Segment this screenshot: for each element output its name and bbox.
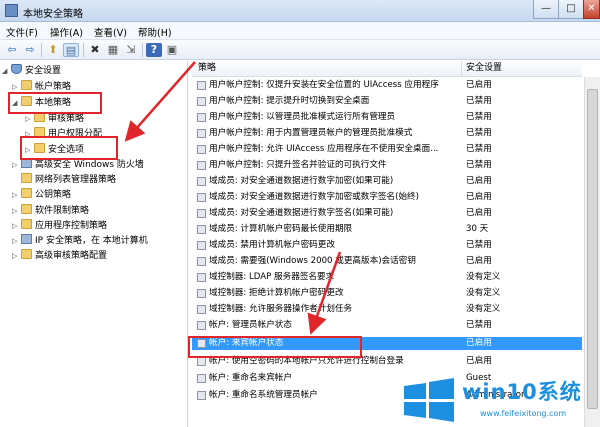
folder-icon [21, 188, 32, 198]
list-item[interactable]: 帐户: 管理员帐户状态 已禁用 [192, 319, 582, 332]
list-item[interactable]: 域成员: 禁用计算机帐户密码更改 已禁用 [192, 239, 582, 252]
export-icon[interactable]: ⇲ [123, 43, 139, 57]
show-tree-icon[interactable]: ▤ [63, 43, 79, 57]
properties-icon[interactable]: ▦ [105, 43, 121, 57]
policy-icon [197, 321, 206, 330]
column-header-setting[interactable]: 安全设置 [462, 61, 582, 77]
highlight-security-options [20, 136, 118, 160]
column-header-policy[interactable]: 策略 [192, 61, 462, 77]
policy-icon [197, 273, 206, 282]
close-button[interactable]: ✕ [583, 0, 600, 19]
folder-icon [21, 204, 32, 214]
list-item[interactable]: 域成员: 计算机帐户密码最长使用期限 30 天 [192, 223, 582, 236]
policy-icon [197, 289, 206, 298]
tree-item-network-list[interactable]: 网络列表管理器策略 [12, 173, 116, 186]
highlight-guest-account [188, 336, 362, 358]
folder-icon [21, 80, 32, 90]
delete-icon[interactable]: ✖ [87, 43, 103, 57]
list-item[interactable]: 用户帐户控制: 允许 UIAccess 应用程序在不使用安全桌面... 已禁用 [192, 143, 582, 156]
list-item[interactable]: 用户帐户控制: 只提升签名并验证的可执行文件 已禁用 [192, 159, 582, 172]
policy-icon [197, 209, 206, 218]
policy-icon [197, 97, 206, 106]
list-item[interactable]: 域成员: 对安全通道数据进行数字签名(如果可能) 已启用 [192, 207, 582, 220]
highlight-local-policies [8, 92, 102, 114]
list-item[interactable]: 用户帐户控制: 以管理员批准模式运行所有管理员 已禁用 [192, 111, 582, 124]
folder-icon [21, 173, 32, 183]
minimize-button[interactable]: — [533, 0, 559, 19]
watermark-url: www.feifeixitong.com [480, 409, 567, 418]
maximize-button[interactable]: □ [558, 0, 584, 19]
tree-pane: ◢ 安全设置 ▷ 帐户策略 ◢ 本地策略 ▷ 审核策略 ▷ 用户权限分配 ▷ 安全选项 ▷ 高… [0, 61, 188, 427]
up-folder-icon[interactable]: ⬆ [45, 43, 61, 57]
title-bar: 本地安全策略 — □ ✕ [0, 0, 600, 22]
view-icon[interactable]: ▣ [164, 43, 180, 57]
list-item[interactable]: 域控制器: LDAP 服务器签名要求 没有定义 [192, 271, 582, 284]
ip-security-icon [21, 234, 32, 244]
back-icon[interactable]: ⇦ [4, 43, 20, 57]
folder-icon [21, 219, 32, 229]
menu-bar: 文件(F) 操作(A) 查看(V) 帮助(H) [0, 22, 600, 40]
forward-icon[interactable]: ⇨ [22, 43, 38, 57]
folder-icon [21, 249, 32, 259]
policy-icon [197, 161, 206, 170]
policy-icon [197, 257, 206, 266]
scrollbar-thumb[interactable] [587, 89, 598, 409]
help-icon[interactable]: ? [146, 43, 162, 57]
list-item[interactable]: 域控制器: 允许服务器操作者计划任务 没有定义 [192, 303, 582, 316]
toolbar: ⇦ ⇨ ⬆ ▤ ✖ ▦ ⇲ ? ▣ [0, 40, 600, 60]
policy-icon [197, 81, 206, 90]
policy-icon [197, 357, 206, 366]
tree-item-app-control[interactable]: ▷ 应用程序控制策略 [12, 219, 107, 232]
list-item[interactable]: 用户帐户控制: 用于内置管理员帐户的管理员批准模式 已禁用 [192, 127, 582, 140]
policy-icon [197, 391, 206, 400]
list-item[interactable]: 用户帐户控制: 提示提升时切换到安全桌面 已禁用 [192, 95, 582, 108]
policy-icon [197, 305, 206, 314]
tree-item-software-restriction[interactable]: ▷ 软件限制策略 [12, 204, 89, 217]
tree-item-public-key[interactable]: ▷ 公钥策略 [12, 188, 71, 201]
shield-icon [11, 64, 22, 74]
watermark-text: win10系统 [462, 380, 582, 404]
policy-list-pane: 策略 安全设置 用户帐户控制: 仅提升安装在安全位置的 UIAccess 应用程… [192, 61, 600, 427]
policy-icon [197, 241, 206, 250]
list-item[interactable]: 用户帐户控制: 仅提升安装在安全位置的 UIAccess 应用程序 已启用 [192, 79, 582, 92]
list-item[interactable]: 域控制器: 拒绝计算机帐户密码更改 没有定义 [192, 287, 582, 300]
policy-icon [197, 193, 206, 202]
policy-icon [197, 374, 206, 383]
window-title: 本地安全策略 [23, 9, 83, 20]
list-item[interactable]: 域成员: 对安全通道数据进行数字加密(如果可能) 已启用 [192, 175, 582, 188]
list-item[interactable]: 域成员: 对安全通道数据进行数字加密或数字签名(始终) 已启用 [192, 191, 582, 204]
policy-icon [197, 145, 206, 154]
list-item[interactable]: 域成员: 需要强(Windows 2000 或更高版本)会话密钥 已启用 [192, 255, 582, 268]
tree-item-security-settings[interactable]: ◢ 安全设置 [2, 64, 61, 77]
menu-view[interactable]: 查看(V) [94, 25, 127, 39]
policy-icon [197, 225, 206, 234]
policy-icon [197, 177, 206, 186]
policy-icon [197, 129, 206, 138]
menu-help[interactable]: 帮助(H) [138, 25, 172, 39]
windows-logo-watermark [404, 378, 454, 422]
vertical-scrollbar[interactable] [584, 77, 600, 427]
policy-icon [197, 113, 206, 122]
menu-file[interactable]: 文件(F) [6, 25, 38, 39]
tree-item-advanced-audit[interactable]: ▷ 高级审核策略配置 [12, 249, 107, 262]
tree-item-ip-security[interactable]: ▷ IP 安全策略，在 本地计算机 [12, 234, 148, 247]
app-icon [5, 4, 18, 17]
menu-action[interactable]: 操作(A) [50, 25, 83, 39]
